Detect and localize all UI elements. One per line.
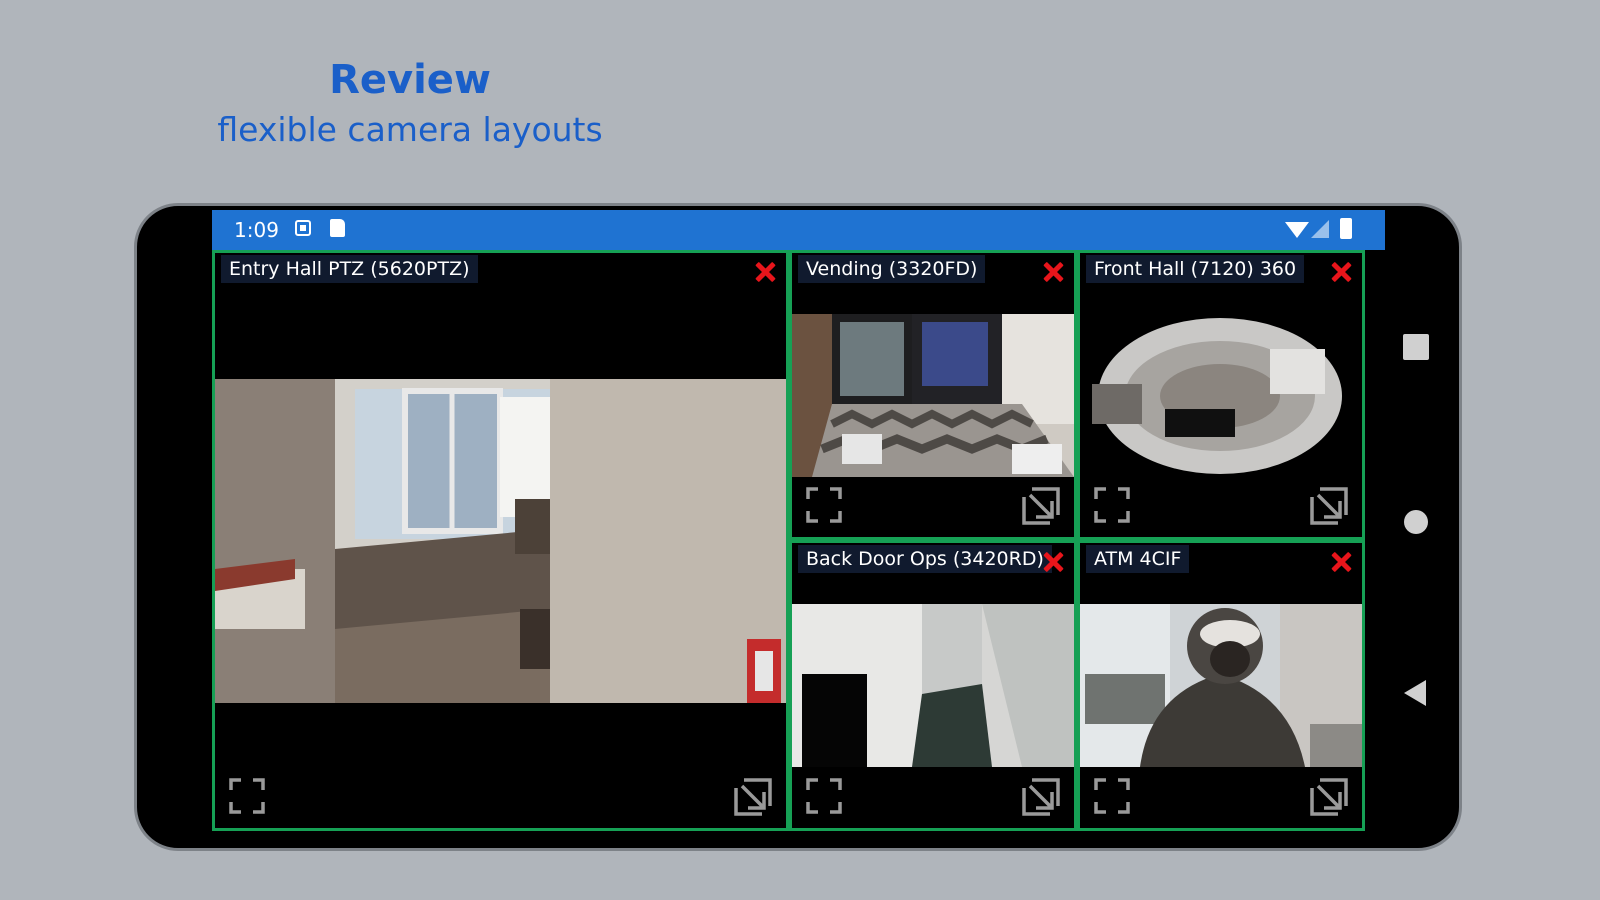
close-icon[interactable] — [1040, 549, 1066, 575]
signal-icon — [1311, 220, 1329, 238]
popout-icon[interactable] — [1022, 487, 1060, 525]
status-bar: 1:09 — [212, 210, 1385, 250]
close-icon[interactable] — [1328, 549, 1354, 575]
camera-tile-back-door[interactable]: Back Door Ops (3420RD) — [789, 540, 1077, 831]
battery-icon — [1340, 218, 1352, 239]
popout-icon[interactable] — [1310, 778, 1348, 816]
home-circle-icon[interactable] — [1404, 510, 1428, 534]
fullscreen-icon[interactable] — [1094, 487, 1130, 523]
camera-feed[interactable] — [792, 314, 1074, 477]
camera-tile-atm[interactable]: ATM 4CIF — [1077, 540, 1365, 831]
promo-heading: Review flexible camera layouts — [205, 52, 615, 152]
notification-icon — [295, 220, 311, 236]
camera-label: Back Door Ops (3420RD) — [798, 545, 1052, 573]
sd-card-icon — [330, 219, 345, 237]
camera-label: Vending (3320FD) — [798, 255, 986, 283]
phone-frame: 1:09 Entry Hall PTZ (5620PTZ) Vending (3… — [134, 203, 1462, 851]
camera-feed[interactable] — [1080, 314, 1362, 477]
camera-label: Entry Hall PTZ (5620PTZ) — [221, 255, 478, 283]
camera-label: Front Hall (7120) 360 — [1086, 255, 1305, 283]
fullscreen-icon[interactable] — [806, 487, 842, 523]
popout-icon[interactable] — [1310, 487, 1348, 525]
camera-tile-entry-hall[interactable]: Entry Hall PTZ (5620PTZ) — [212, 250, 789, 831]
system-nav-bar — [1397, 206, 1437, 854]
close-icon[interactable] — [1328, 259, 1354, 285]
close-icon[interactable] — [1040, 259, 1066, 285]
popout-icon[interactable] — [734, 778, 772, 816]
back-triangle-icon[interactable] — [1404, 680, 1426, 706]
recents-square-icon[interactable] — [1403, 334, 1429, 360]
popout-icon[interactable] — [1022, 778, 1060, 816]
camera-label: ATM 4CIF — [1086, 545, 1190, 573]
camera-feed[interactable] — [215, 379, 786, 703]
camera-tile-front-hall[interactable]: Front Hall (7120) 360 — [1077, 250, 1365, 540]
fullscreen-icon[interactable] — [1094, 778, 1130, 814]
camera-feed[interactable] — [792, 604, 1074, 767]
promo-subtitle: flexible camera layouts — [217, 110, 603, 149]
status-time: 1:09 — [234, 218, 279, 242]
fullscreen-icon[interactable] — [806, 778, 842, 814]
fullscreen-icon[interactable] — [229, 778, 265, 814]
status-icons-right — [1285, 218, 1365, 242]
close-icon[interactable] — [752, 259, 778, 285]
promo-title: Review — [329, 57, 491, 103]
wifi-icon — [1285, 222, 1309, 238]
app-screen: 1:09 Entry Hall PTZ (5620PTZ) Vending (3… — [212, 210, 1385, 846]
camera-feed[interactable] — [1080, 604, 1362, 767]
camera-tile-vending[interactable]: Vending (3320FD) — [789, 250, 1077, 540]
